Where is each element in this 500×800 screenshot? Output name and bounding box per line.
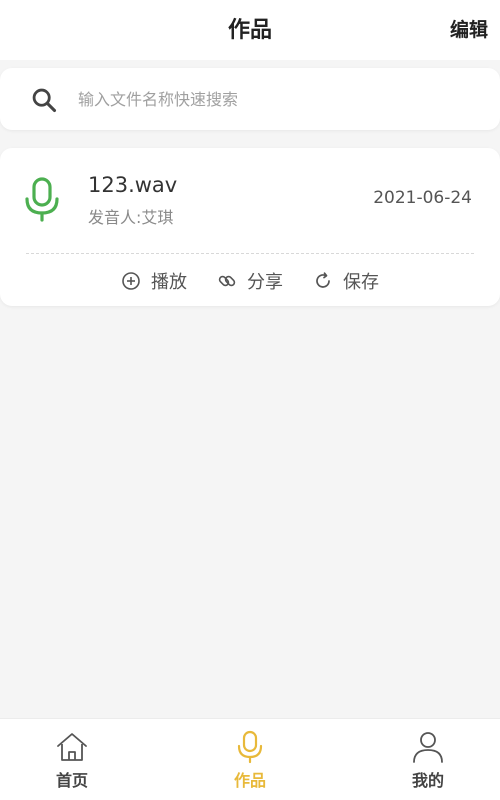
tab-works[interactable]: 作品 <box>200 729 300 793</box>
header-bar: 作品 编辑 <box>0 0 500 60</box>
save-button[interactable]: 保存 <box>313 268 379 294</box>
speaker-info: 发音人:艾琪 <box>88 204 173 228</box>
share-label: 分享 <box>247 272 283 293</box>
search-icon <box>32 88 57 113</box>
speaker-name: 艾琪 <box>141 208 174 227</box>
home-icon <box>57 733 87 761</box>
play-circle-icon <box>122 272 140 290</box>
share-button[interactable]: 分享 <box>217 268 283 294</box>
microphone-icon <box>237 730 263 764</box>
bottom-tab-bar: 首页 作品 我的 <box>0 718 500 800</box>
work-card[interactable]: 123.wav 发音人:艾琪 2021-06-24 播放 分享 保存 <box>0 148 500 306</box>
card-actions: 播放 分享 保存 <box>0 266 500 296</box>
user-icon <box>413 732 443 763</box>
page-title: 作品 <box>227 18 272 43</box>
tab-works-label: 作品 <box>233 771 266 790</box>
tab-home-label: 首页 <box>55 771 88 790</box>
microphone-icon <box>25 177 59 222</box>
card-divider <box>26 253 474 254</box>
tab-mine[interactable]: 我的 <box>378 729 478 793</box>
link-icon <box>218 275 236 287</box>
search-bar[interactable] <box>0 68 500 130</box>
tab-mine-label: 我的 <box>411 771 444 790</box>
speaker-label: 发音人: <box>88 208 142 227</box>
works-screen: 作品 编辑 123.wav 发音人:艾琪 2021-06-24 播 <box>0 0 500 800</box>
edit-button[interactable]: 编辑 <box>450 15 488 42</box>
file-date: 2021-06-24 <box>373 188 472 208</box>
play-label: 播放 <box>151 272 187 293</box>
search-input[interactable] <box>78 82 478 116</box>
file-name: 123.wav <box>88 173 178 197</box>
refresh-icon <box>316 272 330 288</box>
tab-home[interactable]: 首页 <box>22 729 122 793</box>
play-button[interactable]: 播放 <box>121 268 187 294</box>
save-label: 保存 <box>343 272 379 293</box>
